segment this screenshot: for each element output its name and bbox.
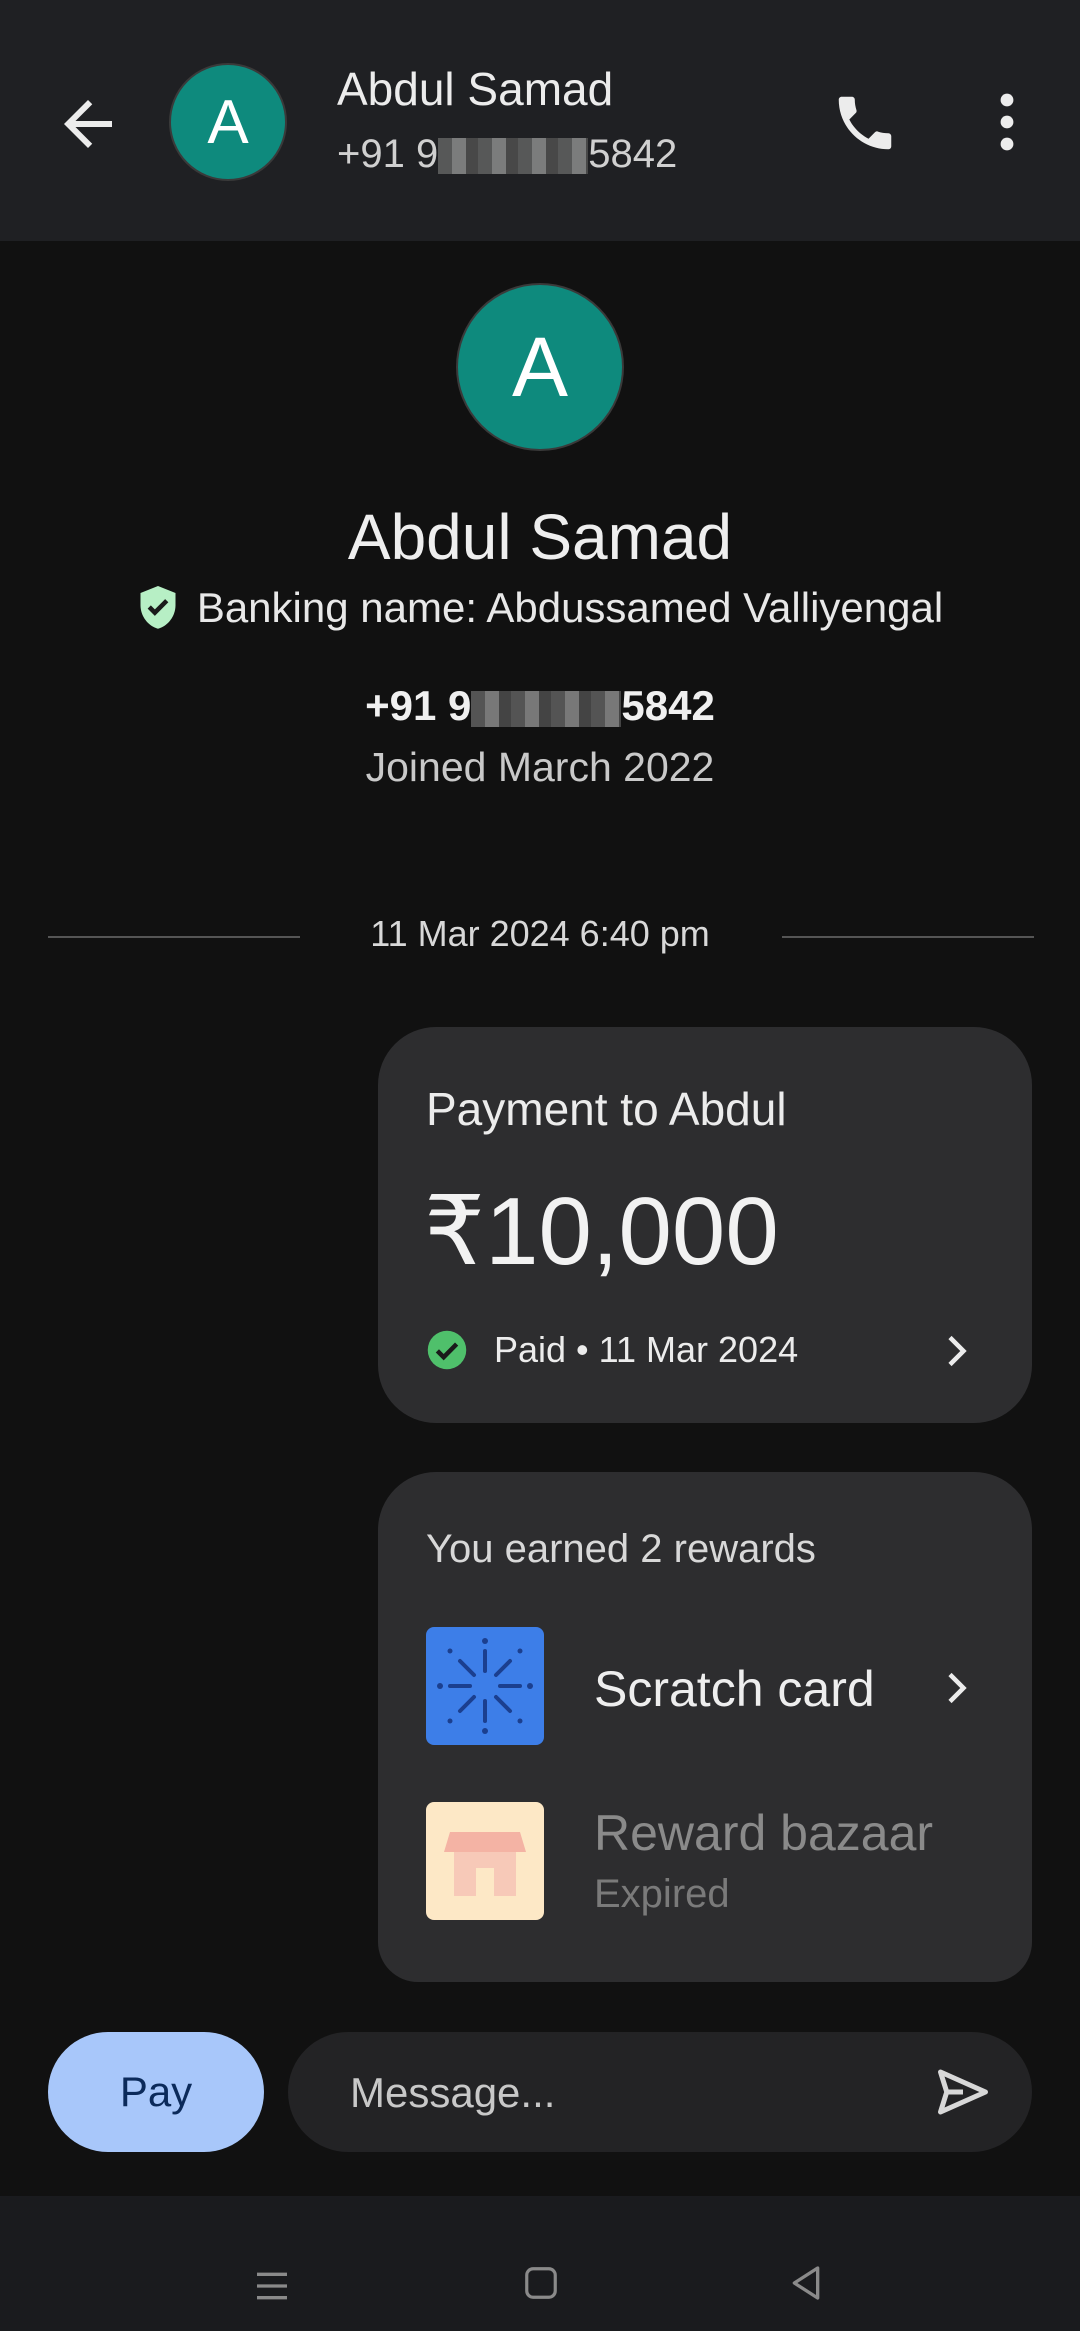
payment-title: Payment to Abdul: [426, 1083, 787, 1135]
profile-name: Abdul Samad: [347, 501, 733, 573]
message-timestamp: 11 Mar 2024 6:40 pm: [370, 913, 710, 954]
payment-status-text: Paid • 11 Mar 2024: [494, 1329, 799, 1370]
avatar-letter: A: [207, 87, 249, 157]
message-input[interactable]: [348, 2032, 872, 2154]
app-bar: A Abdul Samad +91 9 5842: [0, 0, 1080, 241]
home-icon[interactable]: [522, 2264, 560, 2302]
avatar-letter: A: [511, 319, 569, 414]
chevron-right-icon[interactable]: [940, 1670, 972, 1706]
arrow-back-icon[interactable]: [52, 88, 124, 160]
profile-phone: +91 9 5842: [0, 682, 1080, 730]
recents-icon[interactable]: [252, 2266, 292, 2306]
system-nav-bar: [0, 2196, 1080, 2331]
phone-prefix: +91 9: [337, 132, 439, 176]
payment-status: Paid • 11 Mar 2024: [426, 1329, 798, 1371]
send-icon[interactable]: [932, 2062, 994, 2122]
contact-avatar[interactable]: A: [169, 63, 287, 181]
phone-icon[interactable]: [830, 88, 900, 158]
more-vert-icon[interactable]: [990, 92, 1024, 152]
redacted-digits: [471, 690, 622, 727]
scratch-card-label[interactable]: Scratch card: [594, 1660, 875, 1718]
divider-right: [782, 936, 1034, 938]
store-icon: [444, 1832, 526, 1896]
profile-avatar: A: [456, 283, 624, 451]
check-circle-icon: [427, 1330, 467, 1370]
payment-card[interactable]: Payment to Abdul ₹10,000 Paid • 11 Mar 2…: [378, 1027, 1032, 1423]
reward-bazaar-label: Reward bazaar: [594, 1805, 934, 1861]
reward-bazaar-thumbnail: [426, 1802, 544, 1920]
phone-prefix: +91 9: [365, 682, 472, 729]
payment-amount: ₹10,000: [424, 1178, 779, 1285]
scratch-card-thumbnail[interactable]: [426, 1627, 544, 1745]
pay-button[interactable]: Pay: [48, 2032, 264, 2152]
contact-phone: +91 9 5842: [337, 132, 677, 177]
contact-name: Abdul Samad: [337, 63, 614, 115]
rewards-title: You earned 2 rewards: [426, 1527, 816, 1571]
rewards-card: You earned 2 rewards Scratch card Reward…: [378, 1472, 1032, 1982]
reward-bazaar-status: Expired: [594, 1872, 730, 1916]
banking-name: Banking name: Abdussamed Valliyengal: [0, 584, 1080, 632]
phone-suffix: 5842: [588, 132, 678, 176]
phone-suffix: 5842: [621, 682, 715, 729]
firework-icon: [437, 1638, 533, 1734]
nav-back-icon[interactable]: [786, 2262, 826, 2304]
chevron-right-icon[interactable]: [940, 1333, 972, 1369]
message-composer: [288, 2032, 1032, 2154]
redacted-digits: [438, 138, 589, 175]
banking-name-label: Banking name: Abdussamed Valliyengal: [196, 584, 944, 631]
shield-check-icon: [140, 586, 176, 629]
joined-date: Joined March 2022: [365, 744, 715, 790]
